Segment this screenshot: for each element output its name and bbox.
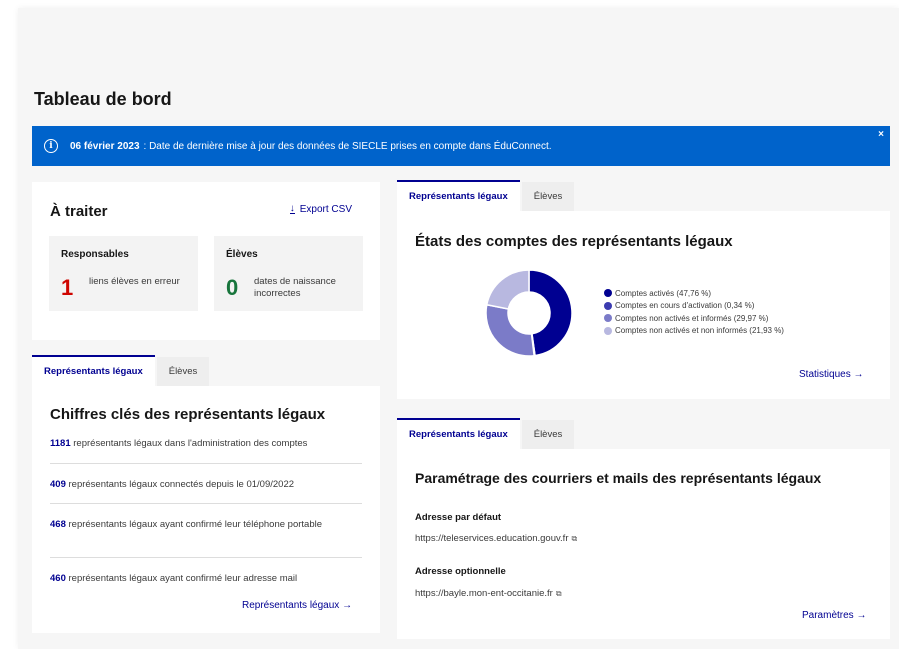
representants-legaux-link[interactable]: Représentants légaux → bbox=[242, 600, 352, 611]
legend-label: Comptes non activés et informés (29,97 %… bbox=[615, 313, 769, 323]
eleves-tile[interactable]: Élèves 0 dates de naissance incorrectes bbox=[214, 236, 363, 311]
external-link-icon: ⧉ bbox=[571, 534, 578, 543]
tabs-right-bottom: Représentants légaux Élèves bbox=[397, 418, 575, 449]
responsables-title: Responsables bbox=[61, 249, 129, 260]
responsables-tile[interactable]: Responsables 1 liens élèves en erreur bbox=[49, 236, 198, 311]
default-address-label: Adresse par défaut bbox=[415, 512, 502, 523]
legend-label: Comptes activés (47,76 %) bbox=[615, 288, 712, 298]
tab-eleves[interactable]: Élèves bbox=[521, 182, 575, 211]
donut-slice bbox=[528, 270, 572, 356]
legend-item: Comptes non activés et non informés (21,… bbox=[604, 325, 784, 337]
responsables-desc: liens élèves en erreur bbox=[89, 276, 180, 287]
a-traiter-card: À traiter ↓ Export CSV Responsables 1 li… bbox=[32, 182, 380, 340]
stat-item: 409 représentants légaux connectés depui… bbox=[50, 479, 295, 490]
optional-address-label: Adresse optionnelle bbox=[415, 566, 506, 577]
tab-eleves[interactable]: Élèves bbox=[156, 357, 210, 386]
legend-item: Comptes non activés et informés (29,97 %… bbox=[604, 312, 784, 324]
tabs-left: Représentants légaux Élèves bbox=[32, 355, 210, 386]
banner-date: 06 février 2023 bbox=[70, 140, 140, 152]
stat-item: 460 représentants légaux ayant confirmé … bbox=[50, 573, 298, 584]
legend-dot bbox=[604, 301, 612, 310]
etats-title: États des comptes des représentants léga… bbox=[415, 233, 733, 250]
donut-slice bbox=[486, 270, 530, 310]
stat-item: 1181 représentants légaux dans l'adminis… bbox=[50, 438, 308, 449]
donut-slice bbox=[486, 303, 535, 356]
eleves-title: Élèves bbox=[226, 249, 258, 260]
divider bbox=[50, 557, 362, 558]
tab-eleves[interactable]: Élèves bbox=[521, 420, 575, 449]
tab-representants-legaux[interactable]: Représentants légaux bbox=[397, 180, 520, 211]
responsables-count: 1 bbox=[61, 275, 74, 300]
info-banner: i 06 février 2023 : Date de dernière mis… bbox=[32, 126, 890, 166]
optional-address-link[interactable]: https://bayle.mon-ent-occitanie.fr ⧉ bbox=[415, 588, 562, 599]
eleves-desc: dates de naissance incorrectes bbox=[254, 276, 336, 299]
divider bbox=[50, 463, 362, 464]
chiffres-title: Chiffres clés des représentants légaux bbox=[50, 406, 326, 423]
tab-representants-legaux[interactable]: Représentants légaux bbox=[32, 355, 155, 386]
info-icon: i bbox=[44, 139, 58, 153]
legend-dot bbox=[604, 289, 612, 297]
tabs-right-top: Représentants légaux Élèves bbox=[397, 180, 575, 211]
arrow-right-icon: → bbox=[342, 600, 353, 611]
external-link-icon: ⧉ bbox=[555, 589, 562, 598]
page-title: Tableau de bord bbox=[34, 89, 172, 109]
divider bbox=[50, 503, 362, 504]
close-icon[interactable]: × bbox=[878, 129, 884, 140]
tab-representants-legaux[interactable]: Représentants légaux bbox=[397, 418, 520, 449]
legend-label: Comptes non activés et non informés (21,… bbox=[615, 326, 784, 335]
chiffres-cles-card: Chiffres clés des représentants légaux 1… bbox=[32, 386, 380, 633]
legend-item: Comptes en cours d'activation (0,34 %) bbox=[604, 300, 784, 312]
stat-item: 468 représentants légaux ayant confirmé … bbox=[50, 519, 322, 530]
banner-text: : Date de dernière mise à jour des donné… bbox=[143, 140, 552, 152]
arrow-right-icon: → bbox=[856, 610, 867, 621]
parametrage-title: Paramétrage des courriers et mails des r… bbox=[415, 470, 822, 486]
parametres-link[interactable]: Paramètres → bbox=[802, 610, 866, 621]
legend-dot bbox=[604, 326, 612, 335]
legend-label: Comptes en cours d'activation (0,34 %) bbox=[615, 301, 755, 310]
eleves-count: 0 bbox=[226, 275, 239, 300]
statistiques-link[interactable]: Statistiques → bbox=[799, 369, 863, 380]
export-csv-label: Export CSV bbox=[299, 204, 352, 215]
etats-comptes-card: États des comptes des représentants léga… bbox=[397, 211, 890, 399]
legend-item: Comptes activés (47,76 %) bbox=[604, 287, 784, 299]
parametrage-card: Paramétrage des courriers et mails des r… bbox=[397, 449, 890, 639]
arrow-right-icon: → bbox=[853, 369, 864, 380]
donut-chart bbox=[486, 270, 572, 356]
export-csv-button[interactable]: ↓ Export CSV bbox=[289, 203, 352, 215]
default-address-link[interactable]: https://teleservices.education.gouv.fr ⧉ bbox=[415, 533, 577, 544]
legend-dot bbox=[604, 314, 612, 322]
download-icon: ↓ bbox=[289, 203, 295, 214]
a-traiter-title: À traiter bbox=[50, 203, 108, 220]
chart-legend: Comptes activés (47,76 %) Comptes en cour… bbox=[604, 287, 784, 337]
